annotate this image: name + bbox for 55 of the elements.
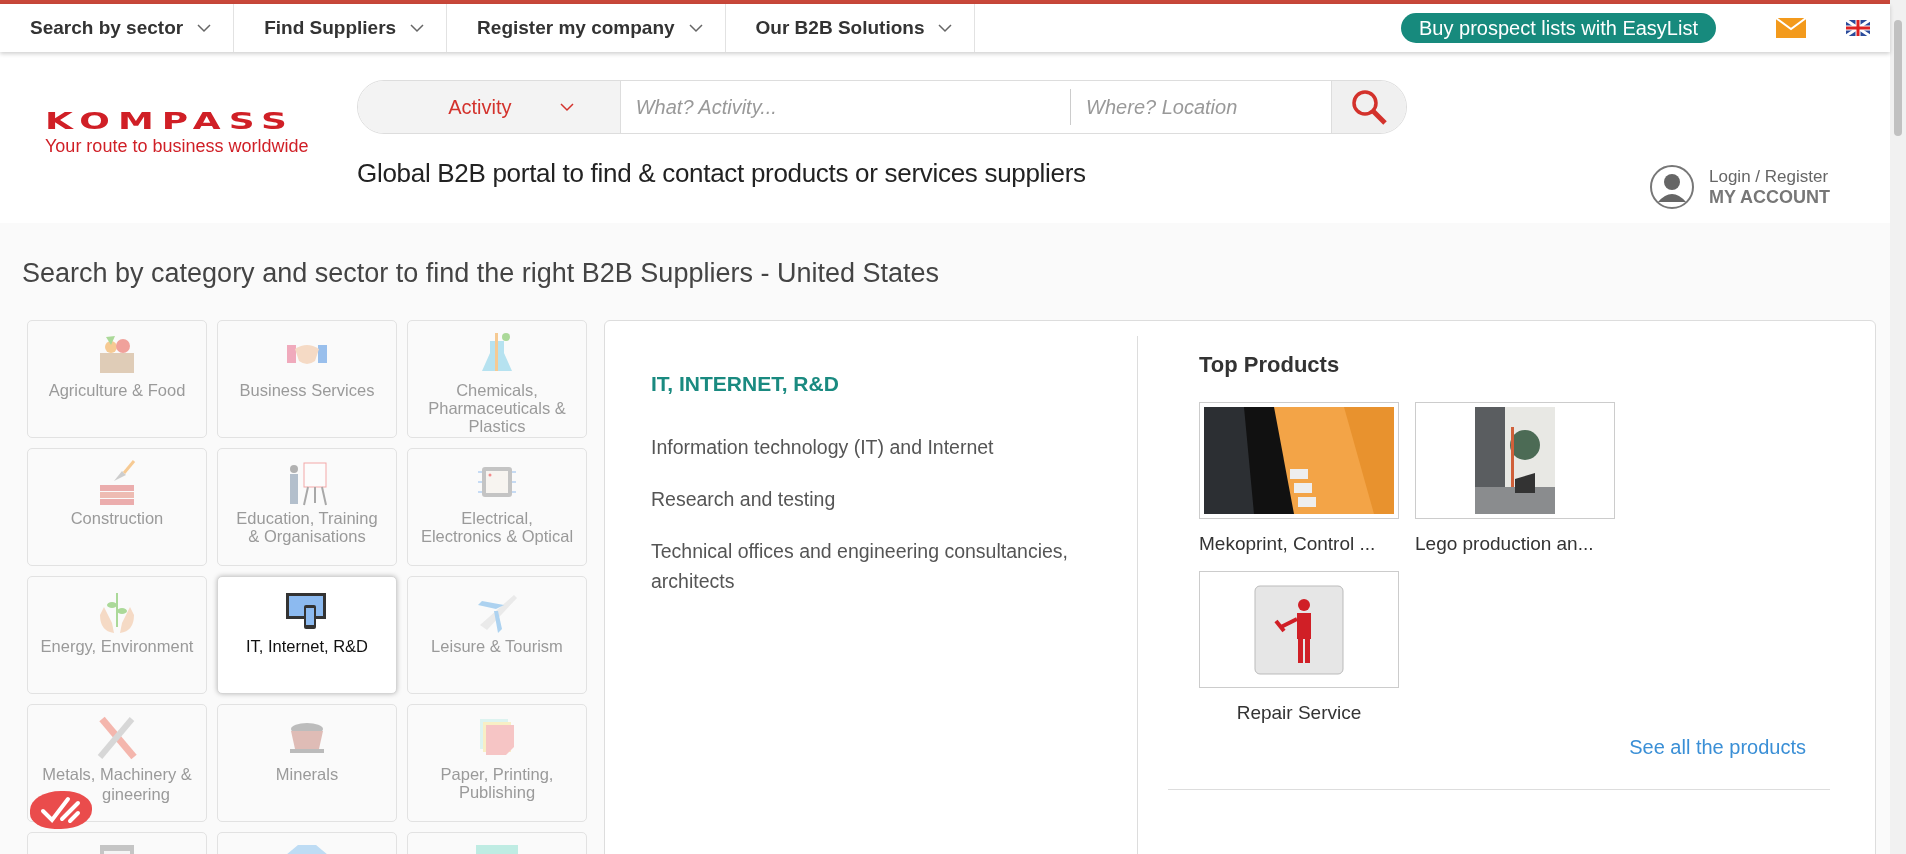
login-register-link[interactable]: Login / Register <box>1709 166 1830 187</box>
flag-icon[interactable] <box>1846 20 1870 36</box>
caret-icon <box>410 23 425 33</box>
sector-heading: IT, INTERNET, R&D <box>651 372 840 396</box>
category-tile[interactable]: Business Services <box>217 320 397 438</box>
caret-icon <box>559 102 574 112</box>
category-tile[interactable]: Construction <box>27 448 207 566</box>
category-label: Energy, Environment <box>40 637 194 655</box>
product-caption[interactable]: Lego production an... <box>1415 533 1594 555</box>
my-account-label: MY ACCOUNT <box>1709 186 1830 208</box>
category-tile[interactable]: Paper, Printing, Publishing <box>407 704 587 822</box>
checkmark-icon <box>40 795 82 825</box>
category-tile[interactable]: IT, Internet, R&D <box>217 576 397 694</box>
portal-tagline: Global B2B portal to find & contact products or services suppliers <box>357 158 1087 189</box>
category-label: Education, Training & Organisations <box>235 509 379 545</box>
category-tile[interactable]: Education, Training & Organisations <box>217 448 397 566</box>
logo-wordmark[interactable]: KOMPASS <box>45 112 357 131</box>
category-label: Construction <box>70 509 164 527</box>
category-label: Minerals <box>275 765 339 783</box>
checkmark-badge-button[interactable] <box>30 791 92 829</box>
category-label: Business Services <box>239 381 375 399</box>
category-label: Paper, Printing, Publishing <box>439 765 555 801</box>
caret-icon <box>938 23 953 33</box>
search-button[interactable] <box>1331 81 1406 133</box>
section-title: Search by category and sector to find the right B2B Suppliers - United States <box>22 258 940 289</box>
top-products-title: Top Products <box>1199 352 1341 378</box>
search-bar[interactable]: Activity What? Activity... Where? Location <box>357 80 1407 134</box>
easylist-button[interactable]: Buy prospect lists with EasyList <box>1401 13 1716 43</box>
category-tile[interactable]: Agriculture & Food <box>27 320 207 438</box>
product-image-frame[interactable] <box>1415 402 1615 519</box>
category-tile[interactable]: Chemicals, Pharmaceuticals & Plastics <box>407 320 587 438</box>
category-label: Chemicals, Pharmaceuticals & Plastics <box>427 381 567 435</box>
see-all-products-link[interactable]: See all the products <box>1629 736 1806 759</box>
category-tile[interactable]: Electrical, Electronics & Optical <box>407 448 587 566</box>
category-tile[interactable]: Energy, Environment <box>27 576 207 694</box>
category-label: Leisure & Tourism <box>431 637 563 655</box>
category-tile[interactable]: Leisure & Tourism <box>407 576 587 694</box>
subsector-link[interactable]: Information technology (IT) and Internet <box>651 432 1117 462</box>
user-icon[interactable] <box>1649 164 1695 210</box>
product-caption[interactable]: Mekoprint, Control ... <box>1199 533 1376 555</box>
category-label: Agriculture & Food <box>48 381 186 399</box>
subsector-link[interactable]: Technical offices and engineering consultancies, architects <box>651 536 1117 596</box>
logo-tagline: Your route to business worldwide <box>45 136 310 157</box>
caret-icon <box>688 23 703 33</box>
category-tile[interactable]: Metals, Machinery & gineering <box>27 704 207 822</box>
activity-dropdown[interactable]: Activity <box>358 81 621 133</box>
subsector-link[interactable]: Research and testing <box>651 484 1117 514</box>
category-label: IT, Internet, R&D <box>246 637 368 655</box>
category-label: Metals, Machinery & <box>42 765 192 783</box>
category-label: Electrical, Electronics & Optical <box>420 509 574 545</box>
category-tile[interactable]: Minerals <box>217 704 397 822</box>
scrollbar[interactable] <box>1890 0 1906 854</box>
product-caption[interactable]: Repair Service <box>1236 702 1362 724</box>
category-label: gineering <box>102 785 170 803</box>
caret-icon <box>197 23 212 33</box>
